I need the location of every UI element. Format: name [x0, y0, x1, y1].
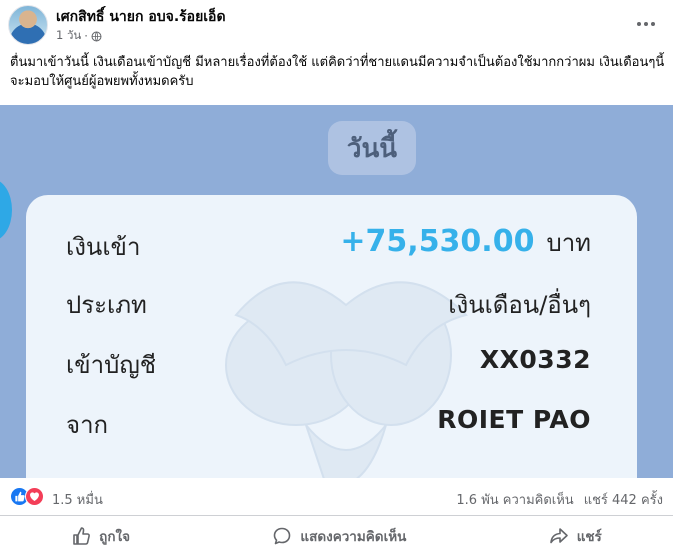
- type-label: ประเภท: [66, 291, 147, 319]
- meta-separator: ·: [84, 29, 88, 43]
- engagement-stats: 1.6 พัน ความคิดเห็น แชร์ 442 ครั้ง: [456, 489, 663, 510]
- thumbs-up-icon: [73, 527, 91, 545]
- share-label: แชร์: [576, 529, 602, 545]
- income-label: เงินเข้า: [66, 233, 141, 261]
- reaction-icons[interactable]: [10, 487, 50, 507]
- post-text: ตื่นมาเข้าวันนี้ เงินเดือนเข้าบัญชี มีหล…: [10, 55, 665, 89]
- author-avatar[interactable]: [8, 5, 48, 45]
- account-label: เข้าบัญชี: [66, 351, 157, 379]
- comment-bubble-icon: [274, 527, 291, 545]
- from-value: ROIET PAO: [437, 405, 591, 434]
- reaction-count[interactable]: 1.5 หมื่น: [52, 489, 103, 510]
- dot-icon: [637, 22, 641, 26]
- like-label: ถูกใจ: [99, 529, 131, 545]
- type-value: เงินเดือน/อื่นๆ: [448, 291, 591, 319]
- author-name[interactable]: เศกสิทธิ์ นายก อบจ.ร้อยเอ็ด: [56, 6, 226, 28]
- account-row: เข้าบัญชี XX0332: [66, 345, 591, 385]
- post-time[interactable]: 1 วัน: [56, 27, 81, 45]
- share-button[interactable]: แชร์: [529, 519, 622, 553]
- transaction-card: เงินเข้า +75,530.00 บาท ประเภท เงินเดือน/…: [26, 195, 637, 478]
- income-amount: +75,530.00: [340, 224, 535, 259]
- from-label: จาก: [66, 411, 109, 439]
- comment-count[interactable]: 1.6 พัน ความคิดเห็น: [456, 489, 573, 510]
- income-unit: บาท: [546, 229, 591, 257]
- love-reaction-icon: [25, 487, 44, 506]
- today-badge: วันนี้: [328, 121, 416, 175]
- dot-icon: [644, 22, 648, 26]
- dot-icon: [651, 22, 655, 26]
- post-meta: 1 วัน ·: [56, 27, 102, 45]
- income-value: +75,530.00 บาท: [340, 223, 591, 262]
- facebook-post: เศกสิทธิ์ นายก อบจ.ร้อยเอ็ด 1 วัน · ตื่น…: [0, 0, 673, 558]
- decorative-circle: [0, 179, 12, 241]
- reaction-bar: 1.5 หมื่น 1.6 พัน ความคิดเห็น แชร์ 442 ค…: [0, 478, 673, 516]
- income-row: เงินเข้า +75,530.00 บาท: [66, 224, 591, 267]
- share-count[interactable]: แชร์ 442 ครั้ง: [584, 489, 663, 510]
- account-value: XX0332: [479, 345, 591, 374]
- post-header: เศกสิทธิ์ นายก อบจ.ร้อยเอ็ด 1 วัน ·: [0, 0, 673, 46]
- post-image[interactable]: วันนี้ เงินเข้า +75,530.00 บาท ประเภท เงิ…: [0, 105, 673, 478]
- comment-button[interactable]: แสดงความคิดเห็น: [252, 519, 426, 553]
- action-bar: ถูกใจ แสดงความคิดเห็น แชร์: [0, 517, 673, 555]
- like-button[interactable]: ถูกใจ: [51, 519, 150, 553]
- share-arrow-icon: [549, 528, 568, 544]
- more-options-button[interactable]: [632, 10, 660, 38]
- from-row: จาก ROIET PAO: [66, 405, 591, 445]
- public-globe-icon: [91, 31, 102, 41]
- comment-label: แสดงความคิดเห็น: [300, 529, 407, 545]
- type-row: ประเภท เงินเดือน/อื่นๆ: [66, 285, 591, 325]
